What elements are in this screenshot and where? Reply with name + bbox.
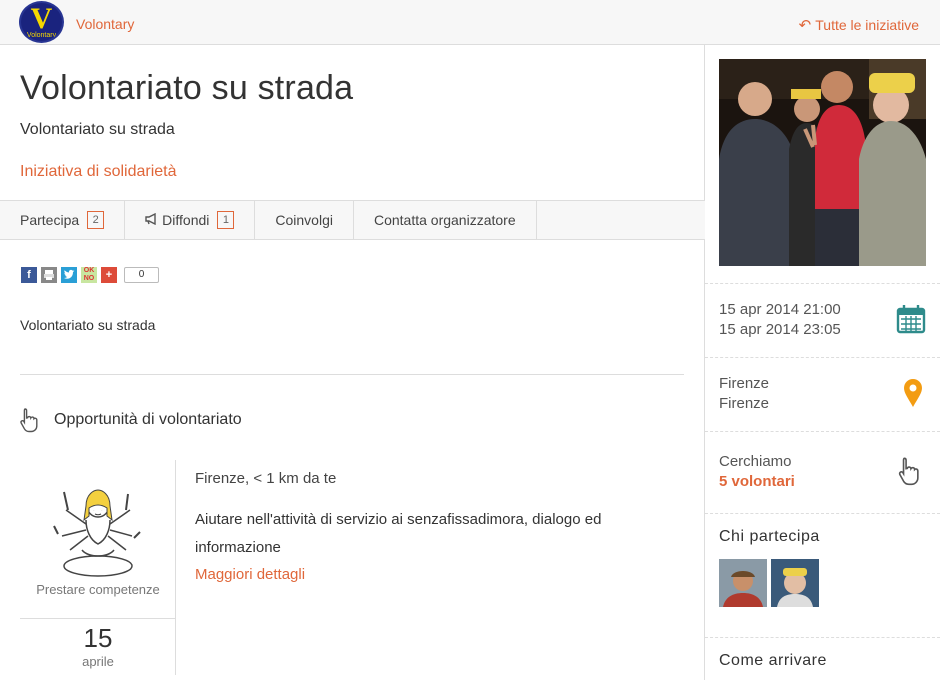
opportunity-description: Aiutare nell'attività di servizio ai sen… [195,511,602,556]
map-pin-icon [904,379,922,407]
reply-arrow-icon: ↶ [798,17,812,34]
top-bar: V Volontary Volontary ↶ Tutte le iniziati… [0,0,940,45]
participants-block: Chi partecipa [705,513,940,637]
participants-list [719,559,819,607]
tab-partecipa[interactable]: Partecipa 2 [0,201,126,239]
directions-heading: Come arrivare [719,652,827,669]
divider [20,374,684,375]
pointing-hand-icon [898,457,919,486]
diffondi-count-badge: 1 [217,211,235,229]
category-link[interactable]: Iniziativa di solidarietà [20,163,177,181]
volunteers-needed-block: Cerchiamo 5 volontari [705,431,940,513]
share-count: 0 [124,267,159,283]
location-city: Firenze [719,375,770,392]
opportunity-day: 15 [83,623,113,653]
avatar[interactable] [771,559,819,607]
event-photo[interactable] [719,59,926,266]
multitasking-volunteer-illustration [53,489,141,577]
main-column: Volontariato su strada Volontariato su s… [0,45,705,680]
twitter-icon[interactable] [61,267,77,283]
all-initiatives-link[interactable]: ↶ Tutte le iniziative [799,16,919,34]
logo-letter: V [30,2,53,35]
opportunities-heading: Opportunità di volontariato [18,407,242,433]
addthis-icon[interactable]: + [101,267,117,283]
date-block: 15 apr 2014 21:00 15 apr 2014 23:05 [705,283,940,357]
partecipa-count-badge: 2 [87,211,105,229]
location-block: Firenze Firenze [705,357,940,431]
tab-partecipa-label: Partecipa [20,212,80,228]
logo-text: Volontary [26,32,57,39]
opportunities-heading-label: Opportunità di volontariato [54,411,242,428]
location-place: Firenze [719,395,770,412]
opportunity-summary: Prestare competenze 15 aprile [20,460,176,675]
facebook-icon[interactable]: f [21,267,37,283]
seeking-label: Cerchiamo [719,453,792,470]
page-title: Volontariato su strada [20,69,354,107]
opportunity-card[interactable]: Prestare competenze 15 aprile Firenze, <… [20,460,684,675]
opportunity-location: Firenze, < 1 km da te [195,470,337,487]
calendar-icon [896,305,926,334]
date-end: 15 apr 2014 23:05 [719,321,841,338]
directions-block: Come arrivare [705,637,940,680]
opportunity-type: Prestare competenze [36,582,160,597]
date-start: 15 apr 2014 21:00 [719,301,841,318]
brand-link[interactable]: Volontary [76,16,134,32]
participants-heading: Chi partecipa [719,528,820,545]
volontary-logo[interactable]: V Volontary [19,1,64,43]
share-buttons: f OK NO + 0 [21,267,159,283]
opportunity-month: aprile [82,654,114,669]
tab-contatta-label: Contatta organizzatore [373,212,516,228]
tab-coinvolgi-label: Coinvolgi [275,212,333,228]
tab-contatta-organizzatore[interactable]: Contatta organizzatore [354,201,537,239]
tab-diffondi-label: Diffondi [162,212,210,228]
tab-diffondi[interactable]: Diffondi 1 [125,201,256,239]
sidebar: 15 apr 2014 21:00 15 apr 2014 23:05 Fire… [705,45,940,680]
tab-coinvolgi[interactable]: Coinvolgi [255,201,354,239]
all-initiatives-label: Tutte le iniziative [815,17,919,33]
page-subtitle: Volontariato su strada [20,121,175,138]
megaphone-icon [145,212,158,228]
more-details-link[interactable]: Maggiori dettagli [195,566,305,583]
print-icon[interactable] [41,267,57,283]
divider [20,618,176,619]
event-description: Volontariato su strada [20,317,156,333]
action-tabs: Partecipa 2 Diffondi 1 Coinvolgi Contatt… [0,200,705,240]
seeking-value: 5 volontari [719,473,795,490]
oknotizie-icon[interactable]: OK NO [81,267,97,283]
avatar[interactable] [719,559,767,607]
pointing-hand-icon [20,408,38,433]
